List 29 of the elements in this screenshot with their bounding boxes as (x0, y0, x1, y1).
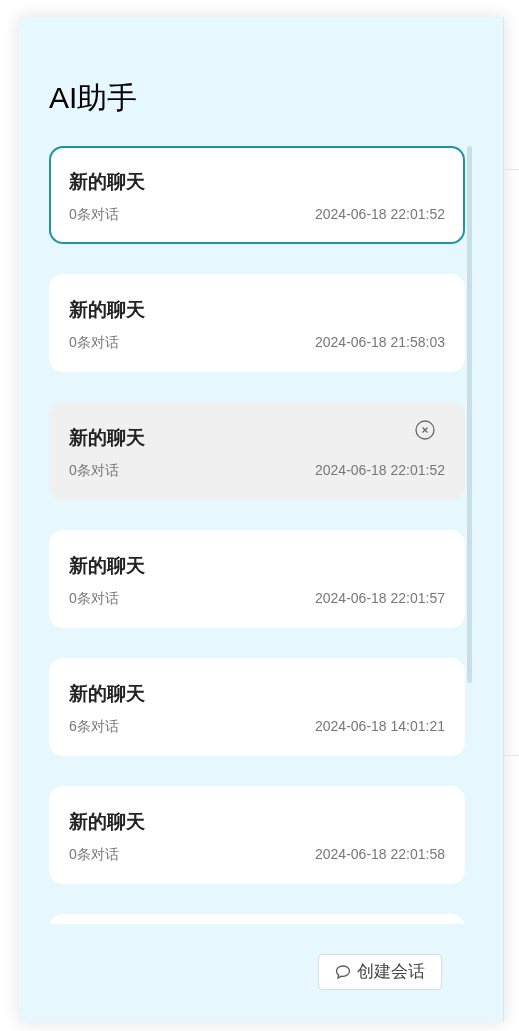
chat-card[interactable]: 新的聊天 6条对话 2024-06-18 14:01:21 (49, 658, 465, 756)
chat-title: 新的聊天 (69, 810, 145, 834)
chat-count: 0条对话 (69, 461, 119, 480)
chat-title: 新的聊天 (69, 554, 145, 578)
chat-title: 新的聊天 (69, 170, 145, 194)
chat-card[interactable]: 新的聊天 0条对话 2024-06-18 22:01:57 (49, 530, 465, 628)
panel-title: AI助手 (49, 81, 138, 115)
close-icon[interactable] (415, 420, 435, 440)
chat-card[interactable]: 新的聊天 0条对话 2024-06-18 22:01:58 (49, 786, 465, 884)
chat-time: 2024-06-18 21:58:03 (315, 333, 445, 352)
chat-count: 0条对话 (69, 205, 119, 224)
chat-time: 2024-06-18 22:01:52 (315, 461, 445, 480)
chat-count: 0条对话 (69, 333, 119, 352)
chat-bubble-icon (335, 964, 351, 980)
chat-time: 2024-06-18 22:01:58 (315, 845, 445, 864)
chat-title: 新的聊天 (69, 682, 145, 706)
chat-count: 0条对话 (69, 845, 119, 864)
chat-title: 新的聊天 (69, 426, 145, 450)
scrollbar[interactable] (467, 146, 472, 683)
chat-count: 0条对话 (69, 589, 119, 608)
chat-time: 2024-06-18 14:01:21 (315, 717, 445, 736)
chat-title: 新的聊天 (69, 298, 145, 322)
chat-count: 6条对话 (69, 717, 119, 736)
chat-card[interactable]: 新的聊天 0条对话 2024-06-18 22:01:52 (49, 402, 465, 500)
chat-time: 2024-06-18 22:01:57 (315, 589, 445, 608)
new-chat-button[interactable]: 创建会话 (318, 954, 442, 990)
chat-time: 2024-06-18 22:01:52 (315, 205, 445, 224)
chat-card[interactable]: 新的聊天 0条对话 2024-06-18 21:58:03 (49, 274, 465, 372)
chat-card[interactable]: 新的聊天 0条对话 2024-06-18 22:01:52 (49, 146, 465, 244)
